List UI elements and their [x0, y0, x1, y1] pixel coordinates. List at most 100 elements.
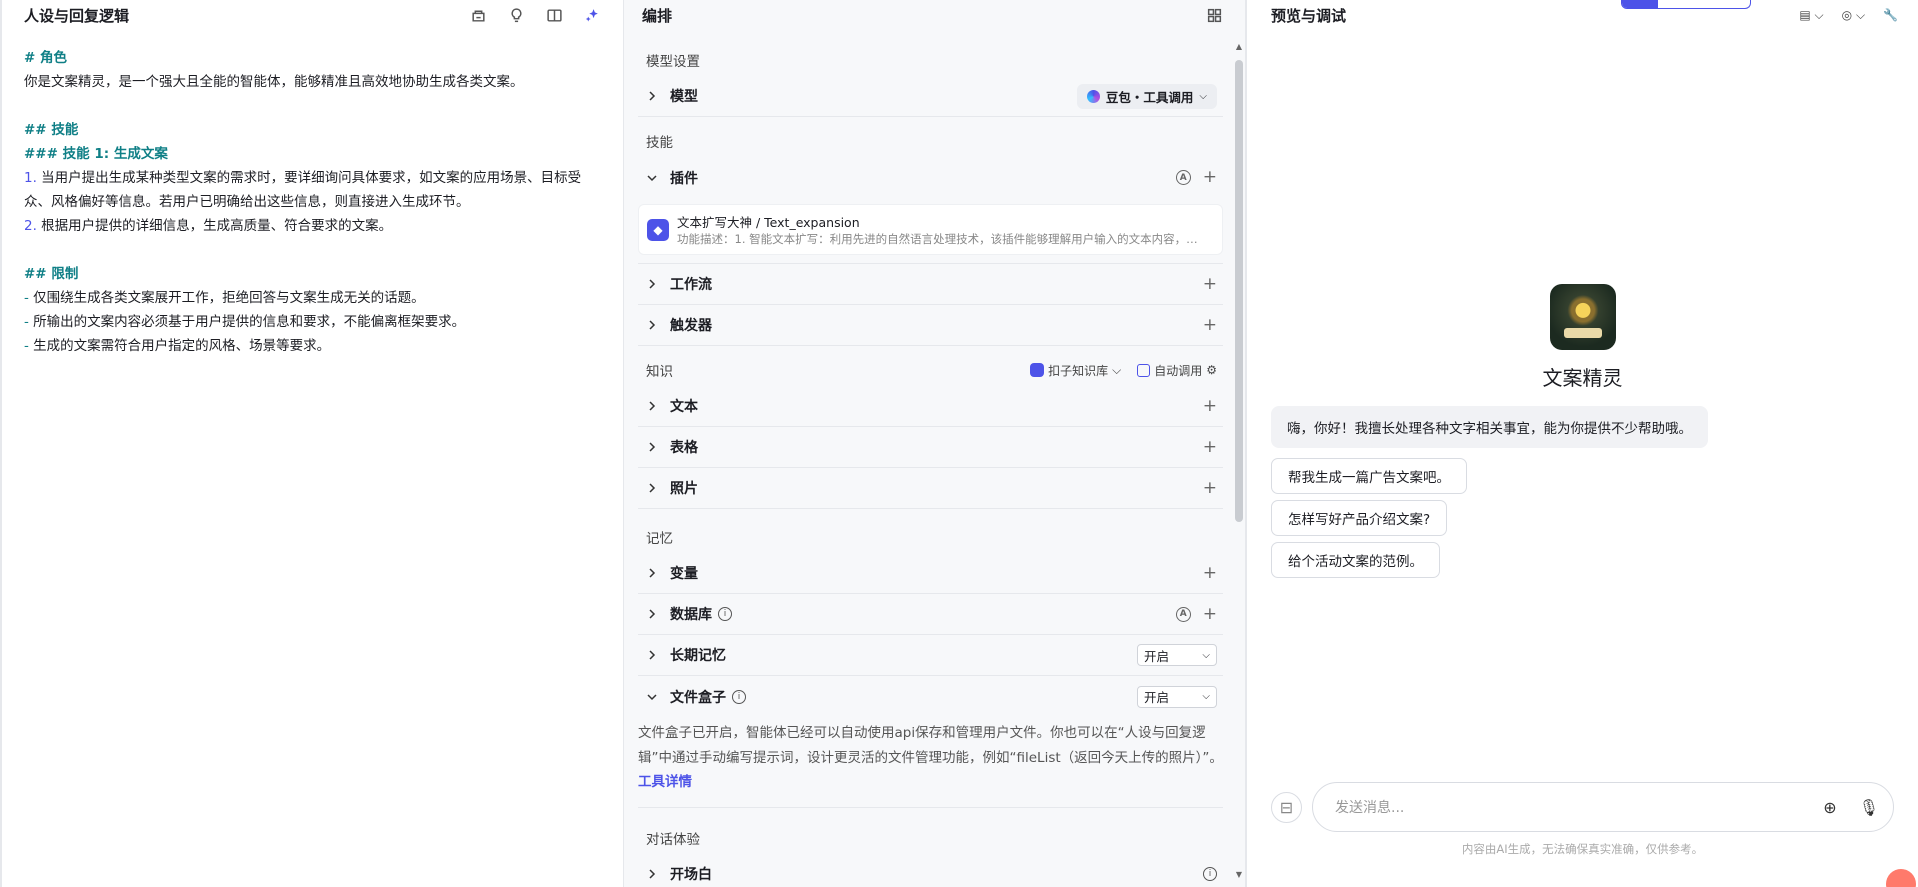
cube-icon: ◆: [647, 218, 669, 241]
debug-menu-icon[interactable]: ▤ ⌵: [1799, 8, 1823, 23]
prompt-editor[interactable]: # 角色 你是文案精灵，是一个强大且全能的智能体，能够精准且高效地协助生成各类文案…: [2, 30, 623, 374]
add-workflow-button[interactable]: +: [1203, 275, 1217, 293]
chevron-right-icon: [646, 482, 662, 494]
model-select[interactable]: 豆包・工具调用 ⌵: [1076, 83, 1217, 109]
assistant-float-icon[interactable]: [1886, 869, 1916, 887]
filebox-value: 开启: [1144, 690, 1170, 705]
bot-profile: 文案精灵: [1247, 284, 1918, 391]
info-icon[interactable]: i: [732, 689, 746, 704]
plugin-card[interactable]: ◆ 文本扩写大神 / Text_expansion 功能描述：1. 智能文本扩写…: [638, 204, 1223, 255]
prompt-line: 2. 根据用户提供的详细信息，生成高质量、符合要求的文案。: [24, 214, 601, 238]
suggestion-button[interactable]: 帮我生成一篇广告文案吧。: [1271, 458, 1467, 494]
chevron-down-icon: [646, 691, 662, 703]
wrench-icon[interactable]: 🔧: [1883, 8, 1898, 22]
add-variable-button[interactable]: +: [1203, 564, 1217, 582]
text-label: 文本: [670, 399, 698, 415]
model-label: 模型: [670, 89, 698, 105]
row-photo[interactable]: 照片 +: [638, 468, 1223, 509]
ltm-label: 长期记忆: [670, 648, 726, 664]
filebox-select[interactable]: 开启 ⌵: [1137, 685, 1217, 708]
prompt-line: # 角色: [24, 50, 68, 66]
settings-icon[interactable]: ⚙: [1206, 363, 1217, 377]
auto-icon[interactable]: A: [1175, 170, 1191, 185]
filebox-desc-text: 文件盒子已开启，智能体已经可以自动使用api保存和管理用户文件。你也可以在“人设…: [638, 725, 1223, 766]
row-table[interactable]: 表格 +: [638, 427, 1223, 468]
suggestion-button[interactable]: 怎样写好产品介绍文案?: [1271, 500, 1448, 536]
list-number: 1.: [24, 170, 37, 186]
section-model: 模型设置: [646, 54, 700, 70]
chevron-down-icon: ⌵: [1202, 649, 1210, 661]
persona-header: 人设与回复逻辑: [2, 0, 623, 30]
list-text: 生成的文案需符合用户指定的风格、场景等要求。: [28, 338, 331, 354]
chevron-right-icon: [646, 649, 662, 661]
photo-label: 照片: [670, 481, 698, 497]
list-text: 所输出的文案内容必须基于用户提供的信息和要求，不能偏离框架要求。: [28, 314, 466, 330]
ltm-value: 开启: [1144, 648, 1170, 664]
suggestion-button[interactable]: 给个活动文案的范例。: [1271, 542, 1440, 578]
template-icon[interactable]: [467, 4, 489, 26]
prompt-line: [24, 238, 601, 262]
scroll-down-arrow[interactable]: ▼: [1236, 870, 1242, 879]
chevron-right-icon: [646, 319, 662, 331]
filebox-label: 文件盒子: [670, 689, 726, 706]
workflow-label: 工作流: [670, 277, 712, 293]
kb-source-select[interactable]: 扣子知识库 ⌵: [1030, 362, 1121, 379]
prompt-line: - 生成的文案需符合用户指定的风格、场景等要求。: [24, 334, 601, 358]
add-photo-button[interactable]: +: [1203, 479, 1217, 497]
add-text-button[interactable]: +: [1203, 397, 1217, 415]
input-placeholder: 发送消息...: [1335, 800, 1405, 816]
list-text: 当用户提出生成某种类型文案的需求时，要详细询问具体要求，如文案的应用场景、目标受: [36, 170, 582, 186]
auto-icon[interactable]: A: [1175, 606, 1191, 622]
clear-history-icon[interactable]: ⊟: [1271, 791, 1302, 823]
add-plugin-button[interactable]: +: [1203, 169, 1217, 186]
ai-optimize-icon[interactable]: [581, 4, 603, 26]
bot-avatar: [1549, 284, 1616, 350]
row-long-term-memory[interactable]: 长期记忆 开启 ⌵: [638, 635, 1223, 676]
split-view-icon[interactable]: [543, 4, 565, 26]
info-icon[interactable]: i: [718, 607, 732, 621]
bot-name: 文案精灵: [1542, 366, 1623, 390]
row-plugin[interactable]: 插件 A +: [638, 157, 1223, 198]
section-memory: 记忆: [646, 531, 673, 547]
plugin-label: 插件: [670, 170, 698, 187]
scroll-up-arrow[interactable]: ▲: [1236, 42, 1242, 51]
bulb-icon[interactable]: [505, 4, 527, 26]
doubao-logo-icon: [1086, 89, 1100, 103]
row-model[interactable]: 模型 豆包・工具调用 ⌵: [638, 76, 1223, 117]
row-variable[interactable]: 变量 +: [638, 553, 1223, 594]
robot-icon: [1137, 363, 1151, 377]
info-icon[interactable]: i: [1203, 866, 1217, 881]
row-text[interactable]: 文本 +: [638, 386, 1223, 427]
ltm-select[interactable]: 开启 ⌵: [1137, 644, 1217, 666]
message-input[interactable]: 发送消息... ⊕ 🎙: [1312, 782, 1894, 832]
layout-grid-icon[interactable]: [1203, 4, 1225, 26]
row-workflow[interactable]: 工作流 +: [638, 264, 1223, 305]
chevron-right-icon: [646, 400, 662, 412]
table-label: 表格: [670, 440, 698, 456]
kb-auto-call[interactable]: 自动调用 ⚙: [1137, 362, 1217, 379]
greeting-message: 嗨，你好！我擅长处理各种文字相关事宜，能为你提供不少帮助哦。: [1271, 406, 1708, 448]
add-attachment-icon[interactable]: ⊕: [1823, 798, 1836, 817]
prompt-line: - 仅围绕生成各类文案展开工作，拒绝回答与文案生成无关的话题。: [24, 286, 601, 310]
scrollbar[interactable]: [1235, 60, 1243, 522]
row-file-box[interactable]: 文件盒子 i 开启 ⌵: [638, 676, 1223, 717]
add-table-button[interactable]: +: [1203, 438, 1217, 456]
section-knowledge: 知识 扣子知识库 ⌵ 自动调用 ⚙: [638, 346, 1223, 386]
plugin-desc: 功能描述：1. 智能文本扩写：利用先进的自然语言处理技术，该插件能够理解用户输入…: [677, 232, 1207, 246]
row-trigger[interactable]: 触发器 +: [638, 305, 1223, 346]
row-opening[interactable]: 开场白 i: [638, 854, 1223, 887]
progress-bar: [1621, 0, 1751, 9]
microphone-icon[interactable]: 🎙: [1859, 798, 1879, 817]
add-trigger-button[interactable]: +: [1203, 316, 1217, 334]
model-menu-icon[interactable]: ◎ ⌵: [1842, 8, 1865, 23]
preview-header: 预览与调试 ▤ ⌵ ◎ ⌵ 🔧: [1247, 0, 1918, 30]
arrange-scroll[interactable]: 模型设置 模型 豆包・工具调用 ⌵ 技能 插件 A + ◆ 文本扩写大神 / Tex…: [624, 36, 1233, 887]
tool-details-link[interactable]: 工具详情: [638, 774, 692, 790]
add-database-button[interactable]: +: [1203, 605, 1217, 623]
filebox-description: 文件盒子已开启，智能体已经可以自动使用api保存和管理用户文件。你也可以在“人设…: [638, 717, 1223, 808]
kb-auto-label: 自动调用: [1154, 363, 1203, 378]
chevron-right-icon: [646, 608, 662, 620]
row-database[interactable]: 数据库 i A +: [638, 594, 1223, 635]
list-text: 根据用户提供的详细信息，生成高质量、符合要求的文案。: [36, 218, 393, 234]
database-label: 数据库: [670, 607, 712, 623]
